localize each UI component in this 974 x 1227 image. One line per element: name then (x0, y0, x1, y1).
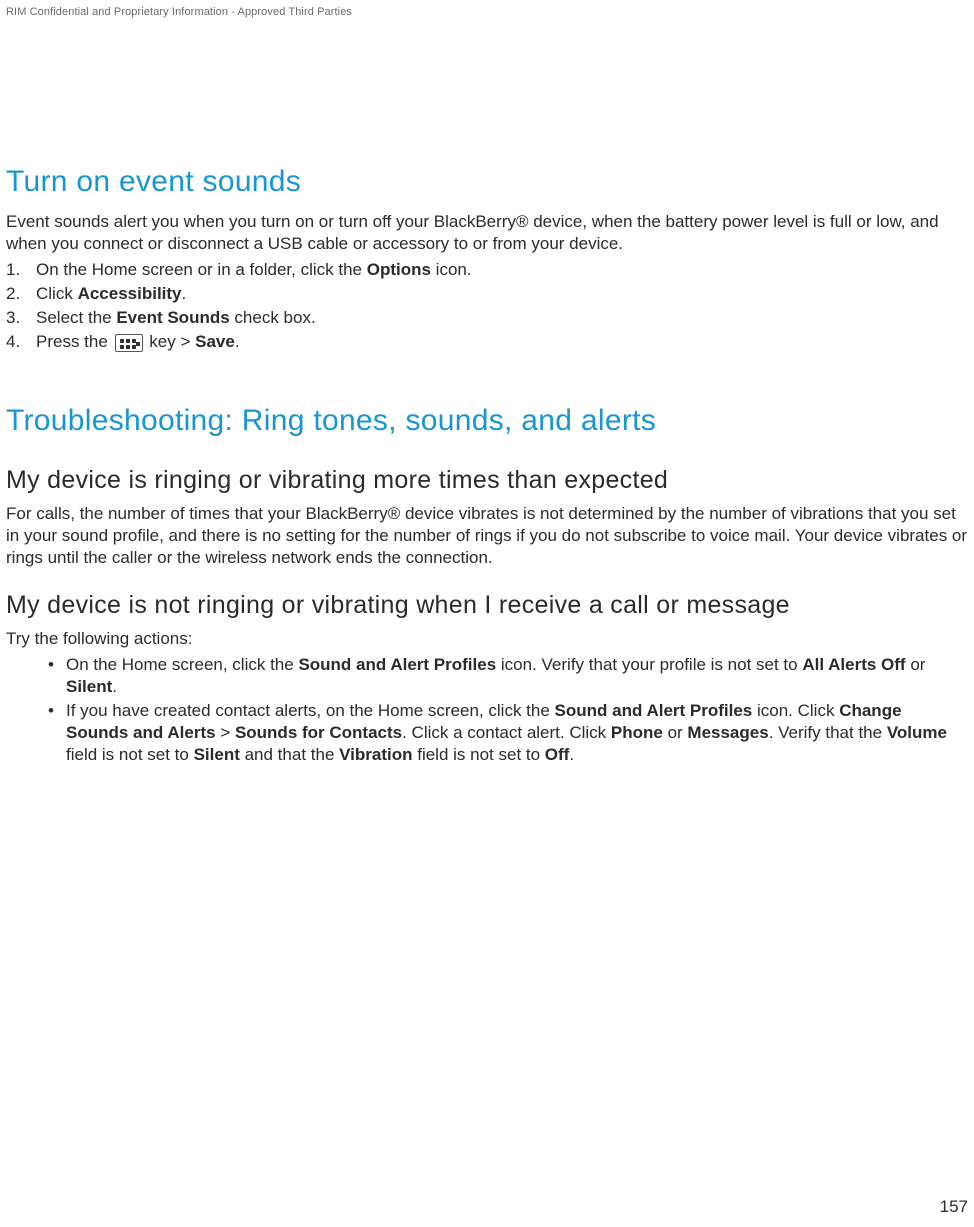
text: field is not set to (66, 745, 194, 764)
confidential-header: RIM Confidential and Proprietary Informa… (6, 6, 352, 18)
messages-label: Messages (687, 723, 768, 742)
subsection-body: For calls, the number of times that your… (6, 503, 968, 569)
page-number: 157 (940, 1197, 968, 1217)
step-4: 4. Press the key > Save. (6, 331, 968, 353)
volume-label: Volume (887, 723, 947, 742)
bullet-2: If you have created contact alerts, on t… (6, 700, 968, 766)
try-following-text: Try the following actions: (6, 628, 968, 650)
step-text: check box. (230, 308, 316, 327)
text: icon. Click (752, 701, 839, 720)
step-text: Press the (36, 332, 113, 351)
text: . (112, 677, 117, 696)
sound-alert-profiles-label: Sound and Alert Profiles (298, 655, 496, 674)
step-text: key > (145, 332, 196, 351)
text: . Verify that the (769, 723, 887, 742)
step-text: Select the (36, 308, 116, 327)
section-title-troubleshooting: Troubleshooting: Ring tones, sounds, and… (6, 404, 968, 438)
text: icon. Verify that your profile is not se… (496, 655, 802, 674)
event-sounds-label: Event Sounds (116, 308, 229, 327)
text: field is not set to (413, 745, 545, 764)
vibration-label: Vibration (339, 745, 412, 764)
text: On the Home screen, click the (66, 655, 298, 674)
text: or (663, 723, 688, 742)
troubleshoot-bullets: On the Home screen, click the Sound and … (6, 654, 968, 766)
step-text: icon. (431, 260, 472, 279)
silent-label: Silent (66, 677, 112, 696)
text: or (906, 655, 926, 674)
steps-list: 1. On the Home screen or in a folder, cl… (6, 259, 968, 353)
phone-label: Phone (611, 723, 663, 742)
text: > (216, 723, 235, 742)
sound-alert-profiles-label: Sound and Alert Profiles (555, 701, 753, 720)
all-alerts-off-label: All Alerts Off (802, 655, 905, 674)
step-2: 2. Click Accessibility. (6, 283, 968, 305)
menu-key-icon (115, 334, 143, 352)
options-label: Options (367, 260, 431, 279)
section-title-turn-on-event-sounds: Turn on event sounds (6, 165, 968, 199)
step-3: 3. Select the Event Sounds check box. (6, 307, 968, 329)
text: . (569, 745, 574, 764)
sounds-for-contacts-label: Sounds for Contacts (235, 723, 402, 742)
text: . Click a contact alert. Click (402, 723, 611, 742)
step-number: 3. (6, 307, 20, 329)
bullet-1: On the Home screen, click the Sound and … (6, 654, 968, 698)
text: and that the (240, 745, 339, 764)
step-number: 4. (6, 331, 20, 353)
step-1: 1. On the Home screen or in a folder, cl… (6, 259, 968, 281)
step-text: On the Home screen or in a folder, click… (36, 260, 367, 279)
step-text: . (182, 284, 187, 303)
intro-paragraph: Event sounds alert you when you turn on … (6, 211, 968, 255)
step-text: Click (36, 284, 78, 303)
subsection-title-ringing-more: My device is ringing or vibrating more t… (6, 466, 968, 495)
silent-label: Silent (194, 745, 240, 764)
page-content: Turn on event sounds Event sounds alert … (6, 165, 968, 768)
subsection-title-not-ringing: My device is not ringing or vibrating wh… (6, 591, 968, 620)
text: If you have created contact alerts, on t… (66, 701, 555, 720)
accessibility-label: Accessibility (78, 284, 182, 303)
save-label: Save (195, 332, 235, 351)
off-label: Off (545, 745, 570, 764)
step-number: 1. (6, 259, 20, 281)
step-number: 2. (6, 283, 20, 305)
step-text: . (235, 332, 240, 351)
